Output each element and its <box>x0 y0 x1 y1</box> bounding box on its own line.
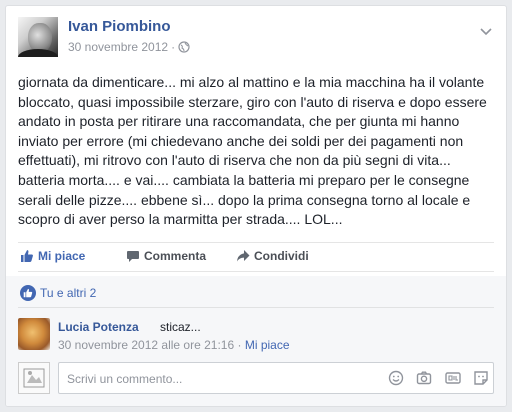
share-arrow-icon <box>237 250 250 262</box>
commenter-avatar[interactable] <box>18 318 50 350</box>
speech-bubble-icon <box>127 251 139 262</box>
globe-icon[interactable] <box>178 41 190 56</box>
comment-timestamp[interactable]: 30 novembre 2012 alle ore 21:16 <box>58 338 234 352</box>
comment-composer: Scrivi un commento... <box>18 361 494 395</box>
like-badge-icon <box>20 285 36 301</box>
comment-item: Lucia Potenza sticaz... 30 novembre 2012… <box>18 318 494 356</box>
comment-input-placeholder: Scrivi un commento... <box>67 372 183 386</box>
feedback-section: Tu e altri 2 Lucia Potenza sticaz... 30 … <box>6 276 506 406</box>
emoji-icon[interactable] <box>388 370 404 391</box>
post-header: Ivan Piombino 30 novembre 2012 · <box>18 17 494 59</box>
post-author-name[interactable]: Ivan Piombino <box>68 18 171 35</box>
avatar-shoulder <box>18 49 58 57</box>
share-label: Condividi <box>254 249 309 263</box>
composer-tools <box>380 370 489 391</box>
post-actions-bar: Mi piace Commenta Condividi <box>18 242 494 272</box>
reactions-count[interactable]: Tu e altri 2 <box>40 286 96 300</box>
post-card: Ivan Piombino 30 novembre 2012 · giornata… <box>5 5 507 407</box>
comment-label: Commenta <box>144 249 207 263</box>
current-user-avatar <box>18 362 50 394</box>
chevron-down-icon[interactable] <box>480 23 492 41</box>
sticker-icon[interactable] <box>473 370 489 391</box>
author-avatar[interactable] <box>18 17 58 57</box>
meta-separator: · <box>171 40 176 54</box>
like-label: Mi piace <box>38 249 86 263</box>
comment-like-link[interactable]: Mi piace <box>245 338 290 352</box>
post-date[interactable]: 30 novembre 2012 <box>68 40 168 54</box>
reactions-summary[interactable]: Tu e altri 2 <box>18 276 494 308</box>
comment-author[interactable]: Lucia Potenza <box>58 320 139 334</box>
comment-button[interactable]: Commenta <box>126 249 206 263</box>
share-button[interactable]: Condividi <box>236 249 309 263</box>
comment-meta-separator: · <box>237 338 242 352</box>
camera-icon[interactable] <box>416 370 432 391</box>
like-button[interactable]: Mi piace <box>20 249 85 263</box>
thumbs-up-icon <box>21 250 33 262</box>
gif-icon[interactable] <box>444 370 461 391</box>
post-meta: 30 novembre 2012 · <box>68 40 190 56</box>
comment-text: sticaz... <box>160 320 201 334</box>
post-body-text: giornata da dimenticare... mi alzo al ma… <box>18 74 487 228</box>
comment-meta: 30 novembre 2012 alle ore 21:16 · Mi pia… <box>58 338 290 352</box>
comment-input[interactable]: Scrivi un commento... <box>58 362 494 394</box>
